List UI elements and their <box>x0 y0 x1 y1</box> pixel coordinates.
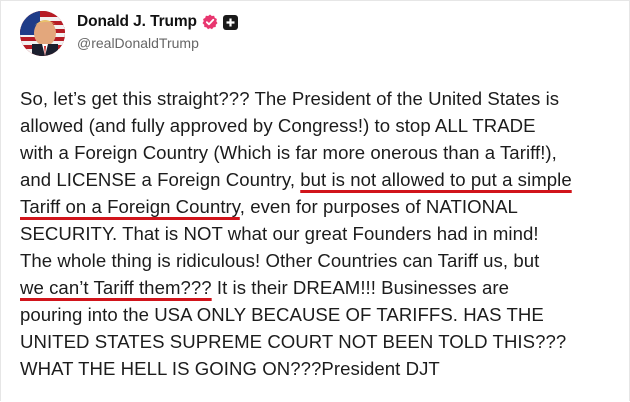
post-text: and LICENSE a Foreign Country, <box>20 169 301 190</box>
post-text: It is their DREAM!!! Businesses are <box>211 277 510 298</box>
post-text: , even for purposes of NATIONAL <box>239 196 518 217</box>
post-line: allowed (and fully approved by Congress!… <box>20 115 536 136</box>
post-line: The whole thing is ridiculous! Other Cou… <box>20 250 540 271</box>
underlined-text: we can’t Tariff them??? <box>20 277 212 298</box>
post-line: we can’t Tariff them??? It is their DREA… <box>20 274 620 301</box>
post-line: WHAT THE HELL IS GOING ON???President DJ… <box>20 358 440 379</box>
underlined-text: but is not allowed to put a simple <box>300 169 572 190</box>
avatar[interactable] <box>20 11 65 56</box>
post-line: and LICENSE a Foreign Country, but is no… <box>20 166 620 193</box>
display-name[interactable]: Donald J. Trump <box>77 13 197 31</box>
post-line: SECURITY. That is NOT what our great Fou… <box>20 223 539 244</box>
user-handle[interactable]: @realDonaldTrump <box>77 35 238 51</box>
post-line: with a Foreign Country (Which is far mor… <box>20 142 557 163</box>
post-line: pouring into the USA ONLY BECAUSE OF TAR… <box>20 304 544 325</box>
underlined-text: Tariff on a Foreign Country <box>20 196 240 217</box>
post-line: UNITED STATES SUPREME COURT NOT BEEN TOL… <box>20 331 567 352</box>
post-body: So, let’s get this straight??? The Presi… <box>20 85 620 382</box>
verified-badge-icon <box>202 14 218 30</box>
post-header: Donald J. Trump @realDonaldTrump <box>20 11 238 56</box>
plus-square-icon <box>222 14 238 30</box>
post-line: Tariff on a Foreign Country, even for pu… <box>20 193 620 220</box>
post-line: So, let’s get this straight??? The Presi… <box>20 88 560 109</box>
